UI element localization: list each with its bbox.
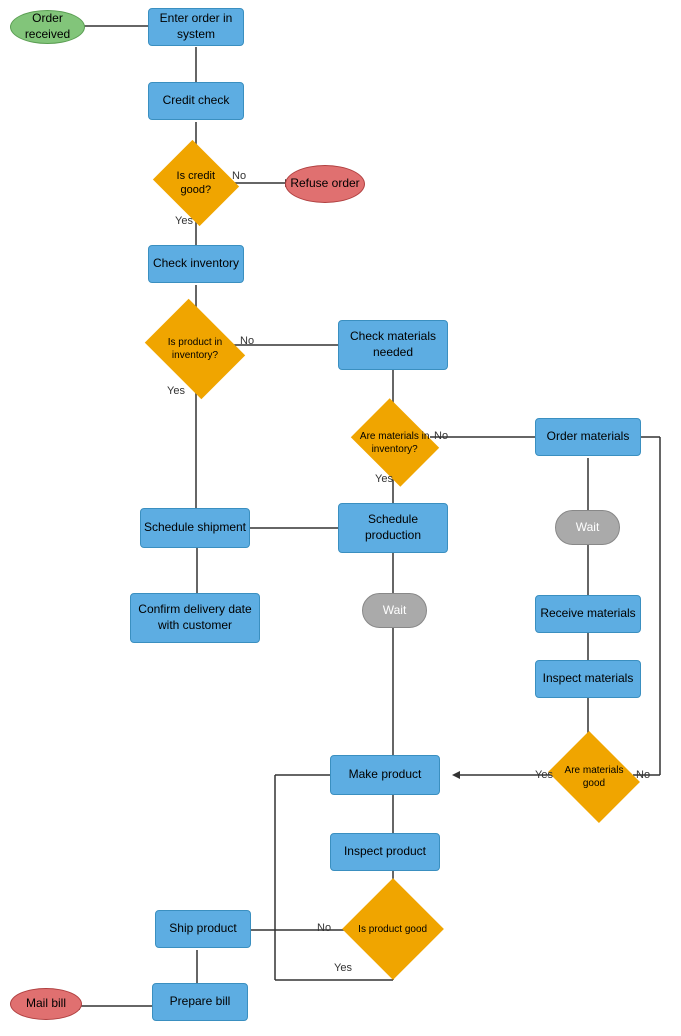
confirm-delivery-label: Confirm delivery date with customer — [131, 602, 259, 633]
inspect-materials-node: Inspect materials — [535, 660, 641, 698]
yes-product-good-label: Yes — [334, 962, 352, 974]
make-product-label: Make product — [349, 767, 422, 783]
order-received-label: Order received — [11, 11, 84, 42]
is-product-good-node: Is product good — [342, 878, 444, 980]
wait1-label: Wait — [576, 520, 600, 536]
inspect-product-node: Inspect product — [330, 833, 440, 871]
no-product-good-label: No — [317, 922, 331, 934]
check-materials-node: Check materials needed — [338, 320, 448, 370]
no-materials-inv-label: No — [434, 430, 448, 442]
is-credit-good-label: Is credit good? — [163, 169, 229, 198]
prepare-bill-label: Prepare bill — [170, 994, 231, 1010]
enter-order-label: Enter order in system — [149, 11, 243, 42]
are-materials-good-label: Are materials good — [558, 764, 630, 790]
wait1-node: Wait — [555, 510, 620, 545]
confirm-delivery-node: Confirm delivery date with customer — [130, 593, 260, 643]
order-materials-node: Order materials — [535, 418, 641, 456]
enter-order-node: Enter order in system — [148, 8, 244, 46]
no-inventory-label: No — [240, 335, 254, 347]
ship-product-node: Ship product — [155, 910, 251, 948]
flowchart: Order received Enter order in system Cre… — [0, 0, 681, 1036]
receive-materials-node: Receive materials — [535, 595, 641, 633]
is-product-in-inventory-label: Is product in inventory? — [155, 336, 235, 362]
are-materials-in-inventory-node: Are materials in inventory? — [351, 398, 439, 486]
yes-credit-label: Yes — [175, 215, 193, 227]
schedule-production-node: Schedule production — [338, 503, 448, 553]
check-inventory-node: Check inventory — [148, 245, 244, 283]
inspect-product-label: Inspect product — [344, 844, 426, 860]
no-credit-label: No — [232, 170, 246, 182]
prepare-bill-node: Prepare bill — [152, 983, 248, 1021]
check-inventory-label: Check inventory — [153, 256, 239, 272]
ship-product-label: Ship product — [169, 921, 236, 937]
schedule-production-label: Schedule production — [339, 512, 447, 543]
schedule-shipment-node: Schedule shipment — [140, 508, 250, 548]
no-materials-good-label: No — [636, 769, 650, 781]
are-materials-good-node: Are materials good — [548, 731, 640, 823]
yes-materials-good-label: Yes — [535, 769, 553, 781]
credit-check-label: Credit check — [163, 93, 230, 109]
are-materials-in-inventory-label: Are materials in inventory? — [360, 430, 430, 456]
yes-materials-inv-label: Yes — [375, 473, 393, 485]
yes-inventory-label: Yes — [167, 385, 185, 397]
schedule-shipment-label: Schedule shipment — [144, 520, 246, 536]
mail-bill-node: Mail bill — [10, 988, 82, 1020]
is-product-in-inventory-node: Is product in inventory? — [145, 299, 245, 399]
is-credit-good-node: Is credit good? — [153, 140, 239, 226]
order-materials-label: Order materials — [547, 429, 630, 445]
wait2-node: Wait — [362, 593, 427, 628]
wait2-label: Wait — [383, 603, 407, 619]
mail-bill-label: Mail bill — [26, 996, 66, 1012]
order-received-node: Order received — [10, 10, 85, 44]
refuse-order-node: Refuse order — [285, 165, 365, 203]
credit-check-node: Credit check — [148, 82, 244, 120]
inspect-materials-label: Inspect materials — [543, 671, 634, 687]
make-product-node: Make product — [330, 755, 440, 795]
check-materials-label: Check materials needed — [339, 329, 447, 360]
refuse-order-label: Refuse order — [290, 176, 359, 192]
is-product-good-label: Is product good — [357, 923, 429, 936]
receive-materials-label: Receive materials — [540, 606, 635, 622]
